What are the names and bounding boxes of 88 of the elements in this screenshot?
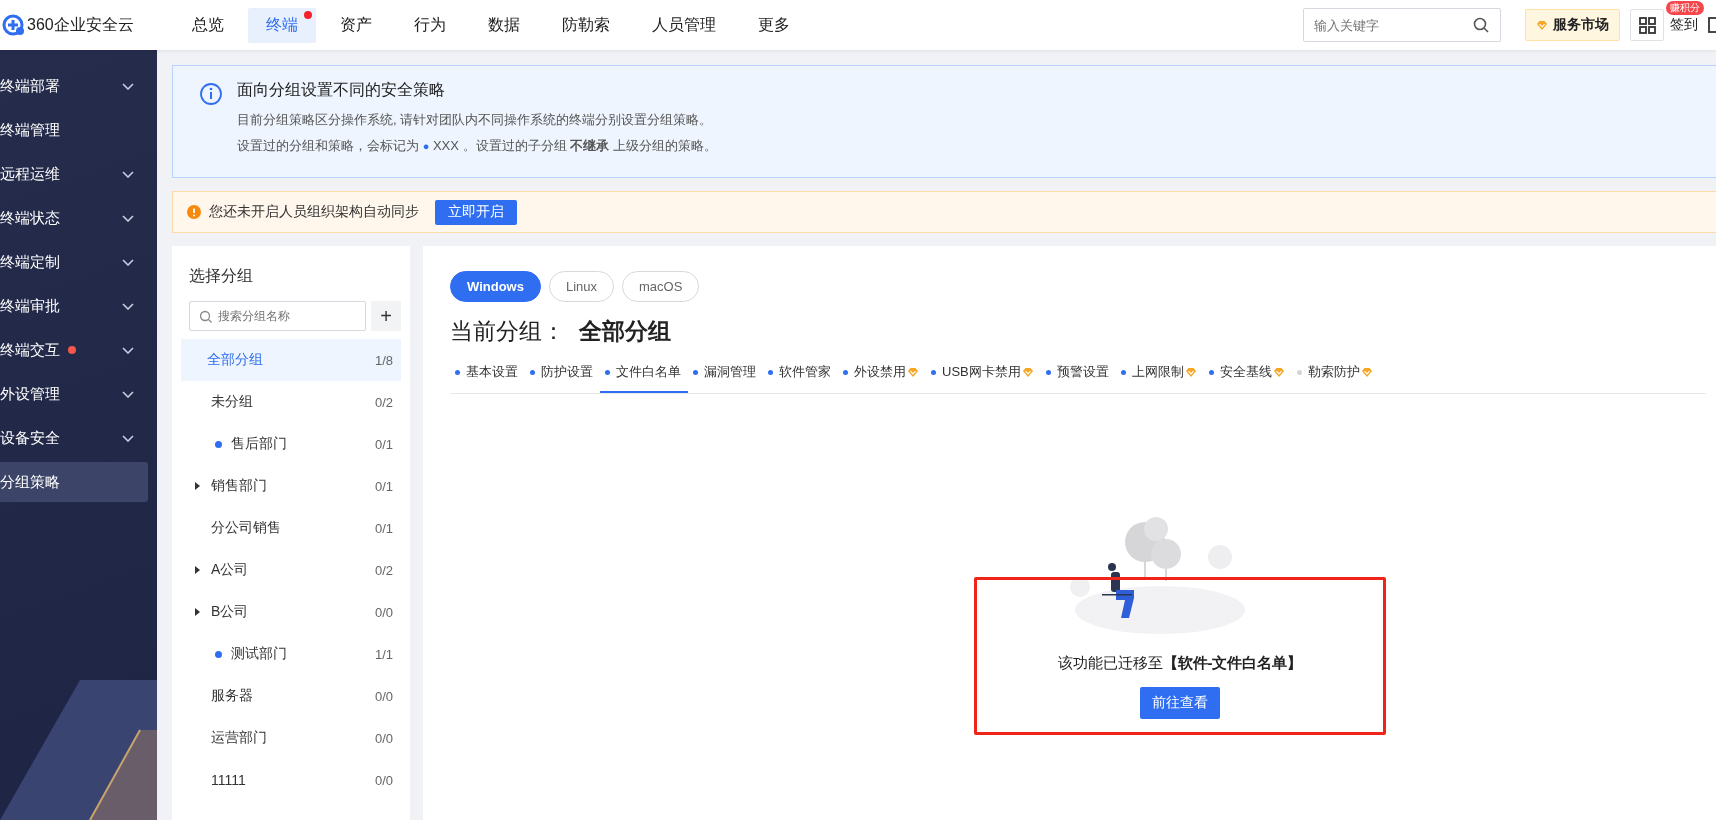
tree-item[interactable]: 售后部门 0/1	[181, 423, 401, 465]
nav-tab[interactable]: 终端	[248, 7, 316, 43]
banner-title: 面向分组设置不同的安全策略	[237, 80, 446, 100]
market-button[interactable]: 服务市场	[1525, 9, 1620, 41]
notification-dot	[68, 346, 76, 354]
sidebar-item[interactable]: 终端管理	[0, 110, 148, 150]
policy-tab[interactable]: 外设禁用	[838, 363, 926, 393]
diamond-icon	[1021, 366, 1034, 378]
chevron-icon	[122, 390, 134, 398]
caret-icon	[195, 482, 200, 490]
os-tab[interactable]: Linux	[548, 271, 614, 302]
diamond-icon	[1184, 366, 1197, 378]
empty-state-message: 该功能已迁移至【软件-文件白名单】	[1057, 654, 1303, 673]
warning-text: 您还未开启人员组织架构自动同步	[209, 203, 419, 221]
policy-tab[interactable]: 漏洞管理	[688, 363, 763, 393]
caret-icon	[195, 566, 200, 574]
sidebar-item[interactable]: 终端部署	[0, 66, 148, 106]
checkin-link[interactable]: 签到	[1670, 16, 1698, 32]
tree-item[interactable]: 运营部门 0/0	[181, 717, 401, 759]
chevron-icon	[122, 258, 134, 266]
diamond-icon	[907, 366, 919, 378]
tree-item[interactable]: 销售部门 0/1	[181, 465, 401, 507]
nav-tab[interactable]: 行为	[396, 7, 464, 43]
diamond-icon	[1536, 19, 1548, 31]
nav-tab[interactable]: 总览	[174, 7, 242, 43]
chevron-icon	[122, 302, 134, 310]
tree-item[interactable]: B公司 0/0	[181, 591, 401, 633]
sidebar-item[interactable]: 终端审批	[0, 286, 148, 326]
sidebar-item[interactable]: 终端定制	[0, 242, 148, 282]
nav-tab[interactable]: 防勒索	[544, 7, 628, 43]
nav-tab[interactable]: 更多	[740, 7, 808, 43]
view-button[interactable]: 前往查看	[1140, 687, 1220, 719]
status-dot	[215, 440, 222, 448]
chevron-icon	[122, 82, 134, 90]
os-tab[interactable]: macOS	[622, 271, 700, 302]
tree-item[interactable]: A公司 0/2	[181, 549, 401, 591]
sidebar-item[interactable]: 分组策略	[0, 462, 148, 502]
points-badge: 赚积分	[1666, 1, 1704, 15]
tree-item[interactable]: 测试部门 1/1	[181, 633, 401, 675]
grid-icon	[1638, 16, 1656, 34]
policy-tab[interactable]: 上网限制	[1115, 363, 1204, 393]
sidebar-item[interactable]: 外设管理	[0, 374, 148, 414]
tree-item[interactable]: 服务器 0/0	[181, 675, 401, 717]
policy-tab[interactable]: 防护设置	[525, 363, 600, 393]
diamond-icon	[1272, 366, 1285, 378]
sidebar-item[interactable]: 设备安全	[0, 418, 148, 458]
info-icon	[199, 82, 223, 106]
sidebar-item[interactable]: 远程运维	[0, 154, 148, 194]
tree-item[interactable]: 全部分组 1/8	[181, 339, 401, 381]
policy-tab[interactable]: 软件管家	[763, 363, 838, 393]
policy-tab[interactable]: USB网卡禁用	[926, 363, 1041, 393]
policy-tab[interactable]: 安全基线	[1203, 363, 1292, 393]
policy-tab[interactable]: 勒索防护	[1291, 363, 1380, 393]
tree-item[interactable]: 分公司销售 0/1	[181, 507, 401, 549]
nav-tab[interactable]: 数据	[470, 7, 538, 43]
policy-tab[interactable]: 文件白名单	[600, 363, 688, 393]
logo-icon	[2, 14, 24, 36]
logo-text: 360企业安全云	[27, 14, 134, 35]
search-field[interactable]: 输入关键字	[1303, 8, 1501, 42]
sidebar-item[interactable]: 终端交互	[0, 330, 148, 370]
nav-tab[interactable]: 资产	[322, 7, 390, 43]
policy-tab[interactable]: 预警设置	[1040, 363, 1116, 393]
search-icon	[199, 310, 212, 323]
nav-tab[interactable]: 人员管理	[634, 7, 734, 43]
tree-item[interactable]: 未分组 0/2	[181, 381, 401, 423]
group-label: 当前分组：	[450, 317, 565, 346]
status-dot	[215, 650, 222, 658]
warning-icon	[187, 205, 201, 219]
policy-tab[interactable]: 基本设置	[450, 363, 525, 393]
diamond-icon	[1360, 366, 1373, 378]
banner-text: 设置过的分组和策略，会标记为 ● XXX 。设置过的子分组 不继承 上级分组的策略。	[237, 137, 717, 155]
search-icon	[1473, 17, 1489, 33]
chevron-icon	[122, 170, 134, 178]
enable-button[interactable]: 立即开启	[435, 199, 517, 225]
sidebar-item[interactable]: 终端状态	[0, 198, 148, 238]
chevron-icon	[122, 214, 134, 222]
caret-icon	[195, 608, 200, 616]
chevron-icon	[122, 434, 134, 442]
notification-dot	[304, 10, 312, 19]
group-name: 全部分组	[579, 317, 671, 346]
add-button[interactable]: +	[371, 301, 401, 331]
os-tab[interactable]: Windows	[450, 271, 541, 302]
chevron-icon	[122, 346, 134, 354]
apps-button[interactable]	[1630, 9, 1664, 41]
panel-title: 选择分组	[188, 266, 254, 286]
banner-text: 目前分组策略区分操作系统, 请针对团队内不同操作系统的终端分别设置分组策略。	[237, 111, 714, 129]
tree-item[interactable]: 11111 0/0	[181, 759, 401, 801]
search-field[interactable]: 搜索分组名称	[189, 301, 366, 331]
